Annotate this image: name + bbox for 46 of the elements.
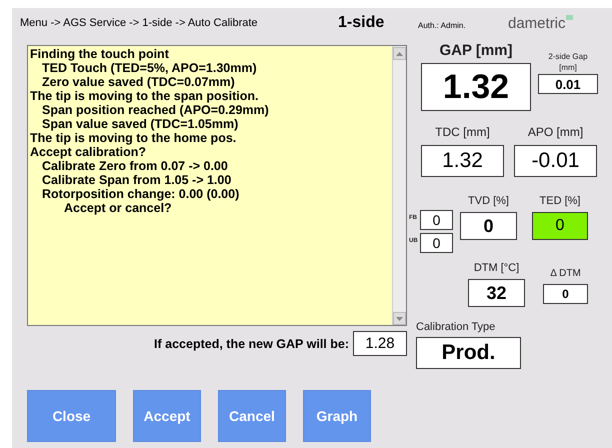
scroll-down-icon[interactable]	[393, 312, 406, 325]
reading-value: 0	[543, 284, 588, 304]
scrollbar[interactable]	[392, 46, 406, 325]
reading-value: 0	[532, 212, 588, 240]
reading-value: 1.32	[421, 63, 531, 111]
log-line: The tip is moving to the span position.	[30, 89, 260, 103]
reading-value: 32	[468, 279, 525, 307]
auth-label: Auth.: Admin.	[418, 20, 467, 30]
scroll-up-icon[interactable]	[393, 47, 406, 60]
logo-text: dametric	[508, 14, 566, 32]
reading-label: Δ DTM	[550, 268, 581, 279]
log-line: Finding the touch point	[30, 47, 170, 61]
log-line: The tip is moving to the home pos.	[30, 131, 238, 145]
reading-label: APO [mm]	[528, 125, 584, 139]
reading-value: 0	[420, 210, 453, 230]
logo-mark-icon	[566, 14, 573, 20]
log-line: Accept calibration?	[30, 145, 147, 159]
reading-value: 1.32	[421, 145, 504, 177]
log-line: Span value saved (TDC=1.05mm)	[41, 117, 240, 131]
log-line: Calibrate Zero from 0.07 -> 0.00	[41, 159, 229, 173]
action-button[interactable]: Cancel	[218, 390, 286, 442]
log-line: Rotorposition change: 0.00 (0.00)	[41, 187, 240, 201]
reading-value: 0.01	[538, 74, 598, 94]
reading-value: Prod.	[416, 337, 521, 369]
new-gap-value: 1.28	[353, 331, 407, 356]
reading-label: DTM [°C]	[474, 262, 520, 274]
log-line: Zero value saved (TDC=0.07mm)	[41, 75, 236, 89]
mode-title: 1-side	[338, 14, 386, 32]
log-line: Calibrate Span from 1.05 -> 1.00	[41, 173, 232, 187]
reading-label: TVD [%]	[468, 195, 509, 207]
reading-label: TDC [mm]	[435, 125, 490, 139]
action-button[interactable]: Graph	[303, 390, 371, 442]
reading-value: -0.01	[514, 145, 597, 177]
reading-label: TED [%]	[540, 195, 580, 207]
reading-value: 0	[460, 212, 517, 240]
breadcrumb: Menu -> AGS Service -> 1-side -> Auto Calibrate	[20, 17, 259, 29]
new-gap-label: If accepted, the new GAP will be:	[154, 336, 349, 350]
action-button[interactable]: Close	[27, 390, 116, 442]
log-line: TED Touch (TED=5%, APO=1.30mm)	[41, 61, 258, 75]
log-line: Accept or cancel?	[63, 201, 173, 215]
reading-label: 2-side Gap [mm]	[548, 51, 588, 73]
action-button[interactable]: Accept	[133, 390, 201, 442]
log-line: Span position reached (APO=0.29mm)	[41, 103, 270, 117]
reading-label: Calibration Type	[416, 321, 496, 333]
reading-label: GAP [mm]	[439, 42, 513, 59]
reading-value: 0	[420, 233, 453, 253]
